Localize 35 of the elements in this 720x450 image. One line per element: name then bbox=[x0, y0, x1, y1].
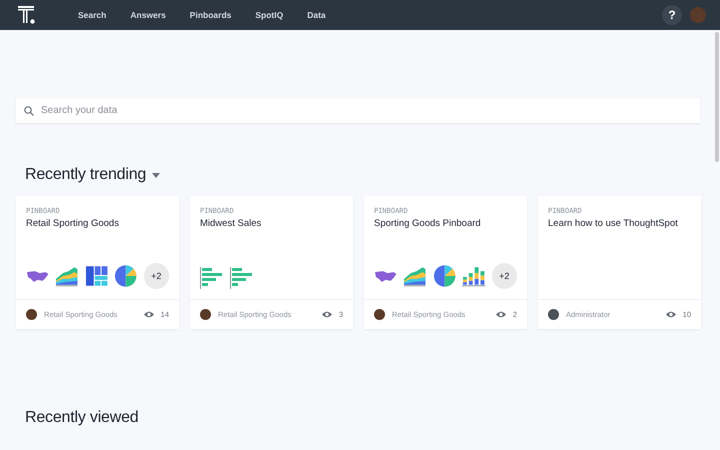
scrollbar[interactable] bbox=[715, 32, 719, 162]
column-chart-icon bbox=[462, 265, 486, 287]
search-field[interactable]: Search your data bbox=[16, 98, 700, 123]
more-count[interactable]: +2 bbox=[492, 263, 517, 289]
owner-avatar bbox=[200, 309, 211, 320]
card-title: Retail Sporting Goods bbox=[26, 218, 120, 229]
bar-chart-icon bbox=[230, 267, 254, 289]
section-title: Recently viewed bbox=[25, 409, 139, 427]
more-count[interactable]: +2 bbox=[144, 263, 169, 289]
nav-link[interactable]: Data bbox=[295, 10, 338, 20]
nav-link[interactable]: Answers bbox=[118, 10, 178, 20]
area-chart-icon bbox=[55, 265, 79, 287]
eye-icon bbox=[322, 311, 332, 318]
bar-chart-icon bbox=[200, 267, 224, 289]
owner-avatar bbox=[26, 309, 37, 320]
nav-link[interactable]: SpotIQ bbox=[243, 10, 296, 20]
owner-avatar bbox=[374, 309, 385, 320]
card-title: Learn how to use ThoughtSpot bbox=[548, 218, 679, 229]
pie-chart-icon bbox=[432, 265, 456, 287]
pie-chart-icon bbox=[114, 265, 138, 287]
caret-icon[interactable] bbox=[152, 172, 160, 178]
card-title: Sporting Goods Pinboard bbox=[374, 218, 482, 229]
eye-icon bbox=[666, 311, 676, 318]
treemap-icon bbox=[84, 265, 108, 287]
logo-icon[interactable] bbox=[18, 6, 36, 24]
nav-link[interactable]: Search bbox=[66, 10, 118, 20]
nav-link[interactable]: Pinboards bbox=[178, 10, 244, 20]
owner-avatar bbox=[548, 309, 559, 320]
area-chart-icon bbox=[403, 265, 427, 287]
section-title: Recently trending bbox=[25, 166, 146, 184]
help-button[interactable]: ? bbox=[662, 5, 682, 25]
search-icon bbox=[24, 106, 34, 116]
eye-icon bbox=[144, 311, 154, 318]
card-title: Midwest Sales bbox=[200, 218, 262, 229]
eye-icon bbox=[496, 311, 506, 318]
